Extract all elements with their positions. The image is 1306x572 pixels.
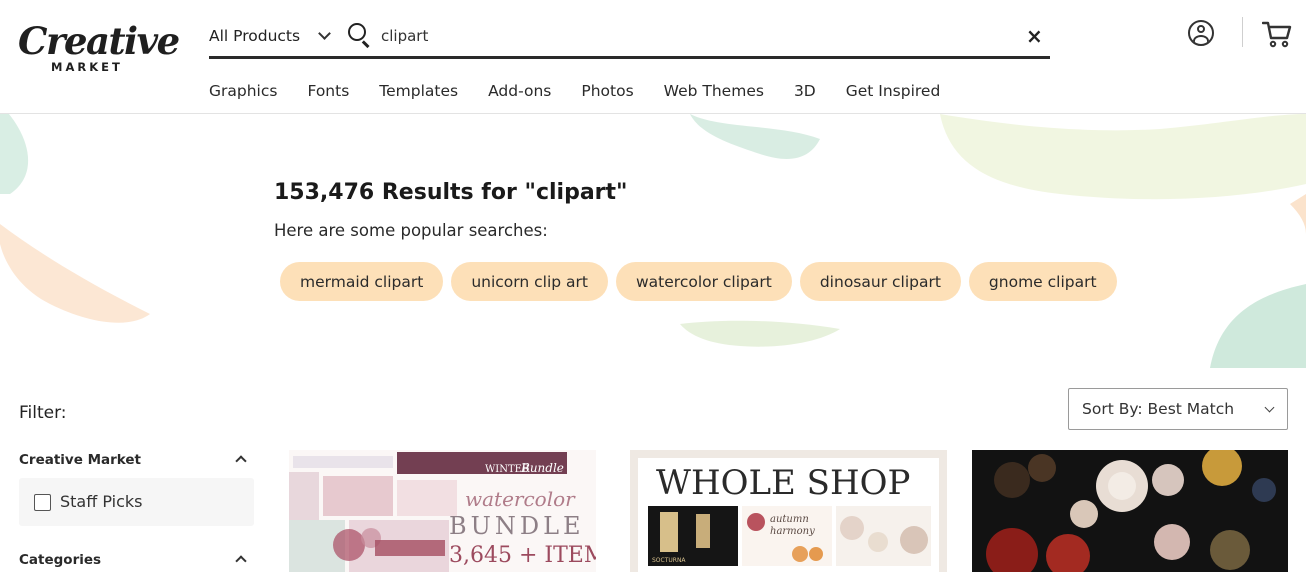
logo-word: Creative (18, 19, 180, 63)
card-text-autumn: autumn (770, 514, 809, 525)
close-icon[interactable]: × (1026, 23, 1043, 49)
sort-select-label: Sort By: Best Match (1082, 400, 1235, 418)
nav-item-web-themes[interactable]: Web Themes (664, 82, 764, 100)
nav-item-photos[interactable]: Photos (581, 82, 633, 100)
product-thumbnail: WHOLE SHOP SOCTURNA autumn harmony (630, 450, 947, 572)
product-card[interactable] (972, 450, 1288, 572)
staff-picks-label: Staff Picks (60, 492, 143, 511)
card-text-bundle: BUNDLE (449, 512, 585, 540)
chevron-down-icon (1264, 402, 1275, 413)
search-bar: All Products × (209, 17, 1050, 59)
product-card[interactable]: WHOLE SHOP SOCTURNA autumn harmony (630, 450, 947, 572)
chip-mermaid-clipart[interactable]: mermaid clipart (280, 262, 444, 301)
filter-section-categories[interactable]: Categories (19, 552, 101, 568)
logo-subtitle: MARKET (51, 60, 123, 74)
filter-section-creative-market[interactable]: Creative Market (19, 452, 141, 468)
card-text-whole-shop: WHOLE SHOP (656, 463, 910, 503)
card-text-socturna: SOCTURNA (652, 557, 686, 564)
search-icon[interactable] (348, 23, 370, 48)
category-nav: Graphics Fonts Templates Add-ons Photos … (209, 82, 970, 100)
search-input[interactable] (381, 23, 1001, 49)
nav-item-graphics[interactable]: Graphics (209, 82, 277, 100)
site-header: Creative MARKET All Products × Graphics … (0, 0, 1306, 114)
nav-item-3d[interactable]: 3D (794, 82, 816, 100)
nav-item-get-inspired[interactable]: Get Inspired (846, 82, 941, 100)
card-text-harmony: harmony (770, 526, 815, 537)
product-card[interactable]: WINTER Bundle watercolor BUNDLE 3,645 + … (289, 450, 596, 572)
card-text-items: 3,645 + ITEMS (449, 543, 596, 568)
hero-decoration (0, 114, 1306, 368)
product-thumbnail (972, 450, 1288, 572)
card-text-watercolor: watercolor (465, 487, 576, 511)
chip-watercolor-clipart[interactable]: watercolor clipart (616, 262, 792, 301)
popular-search-chips: mermaid clipart unicorn clip art waterco… (280, 262, 1125, 301)
nav-item-templates[interactable]: Templates (379, 82, 458, 100)
staff-picks-option[interactable]: Staff Picks (19, 478, 254, 526)
filter-title: Filter: (19, 403, 67, 423)
staff-picks-checkbox[interactable] (34, 494, 51, 511)
chip-dinosaur-clipart[interactable]: dinosaur clipart (799, 262, 961, 301)
chevron-down-icon[interactable] (318, 27, 331, 40)
logo[interactable]: Creative MARKET (18, 19, 180, 78)
chevron-up-icon[interactable] (235, 455, 247, 467)
nav-item-add-ons[interactable]: Add-ons (488, 82, 551, 100)
card-text-bundle-script: Bundle (520, 461, 564, 475)
search-hero: 153,476 Results for "clipart" Here are s… (0, 114, 1306, 368)
popular-searches-label: Here are some popular searches: (274, 221, 548, 240)
cart-icon[interactable] (1262, 20, 1292, 48)
results-title: 153,476 Results for "clipart" (274, 180, 628, 205)
chip-unicorn-clip-art[interactable]: unicorn clip art (451, 262, 608, 301)
product-thumbnail: WINTER Bundle watercolor BUNDLE 3,645 + … (289, 450, 596, 572)
chip-gnome-clipart[interactable]: gnome clipart (968, 262, 1117, 301)
chevron-up-icon[interactable] (235, 555, 247, 567)
sort-select[interactable]: Sort By: Best Match (1068, 388, 1288, 430)
nav-item-fonts[interactable]: Fonts (307, 82, 349, 100)
category-select[interactable]: All Products (209, 24, 300, 48)
user-icon[interactable] (1188, 20, 1214, 46)
header-divider (1242, 17, 1243, 47)
category-select-label: All Products (209, 27, 301, 45)
